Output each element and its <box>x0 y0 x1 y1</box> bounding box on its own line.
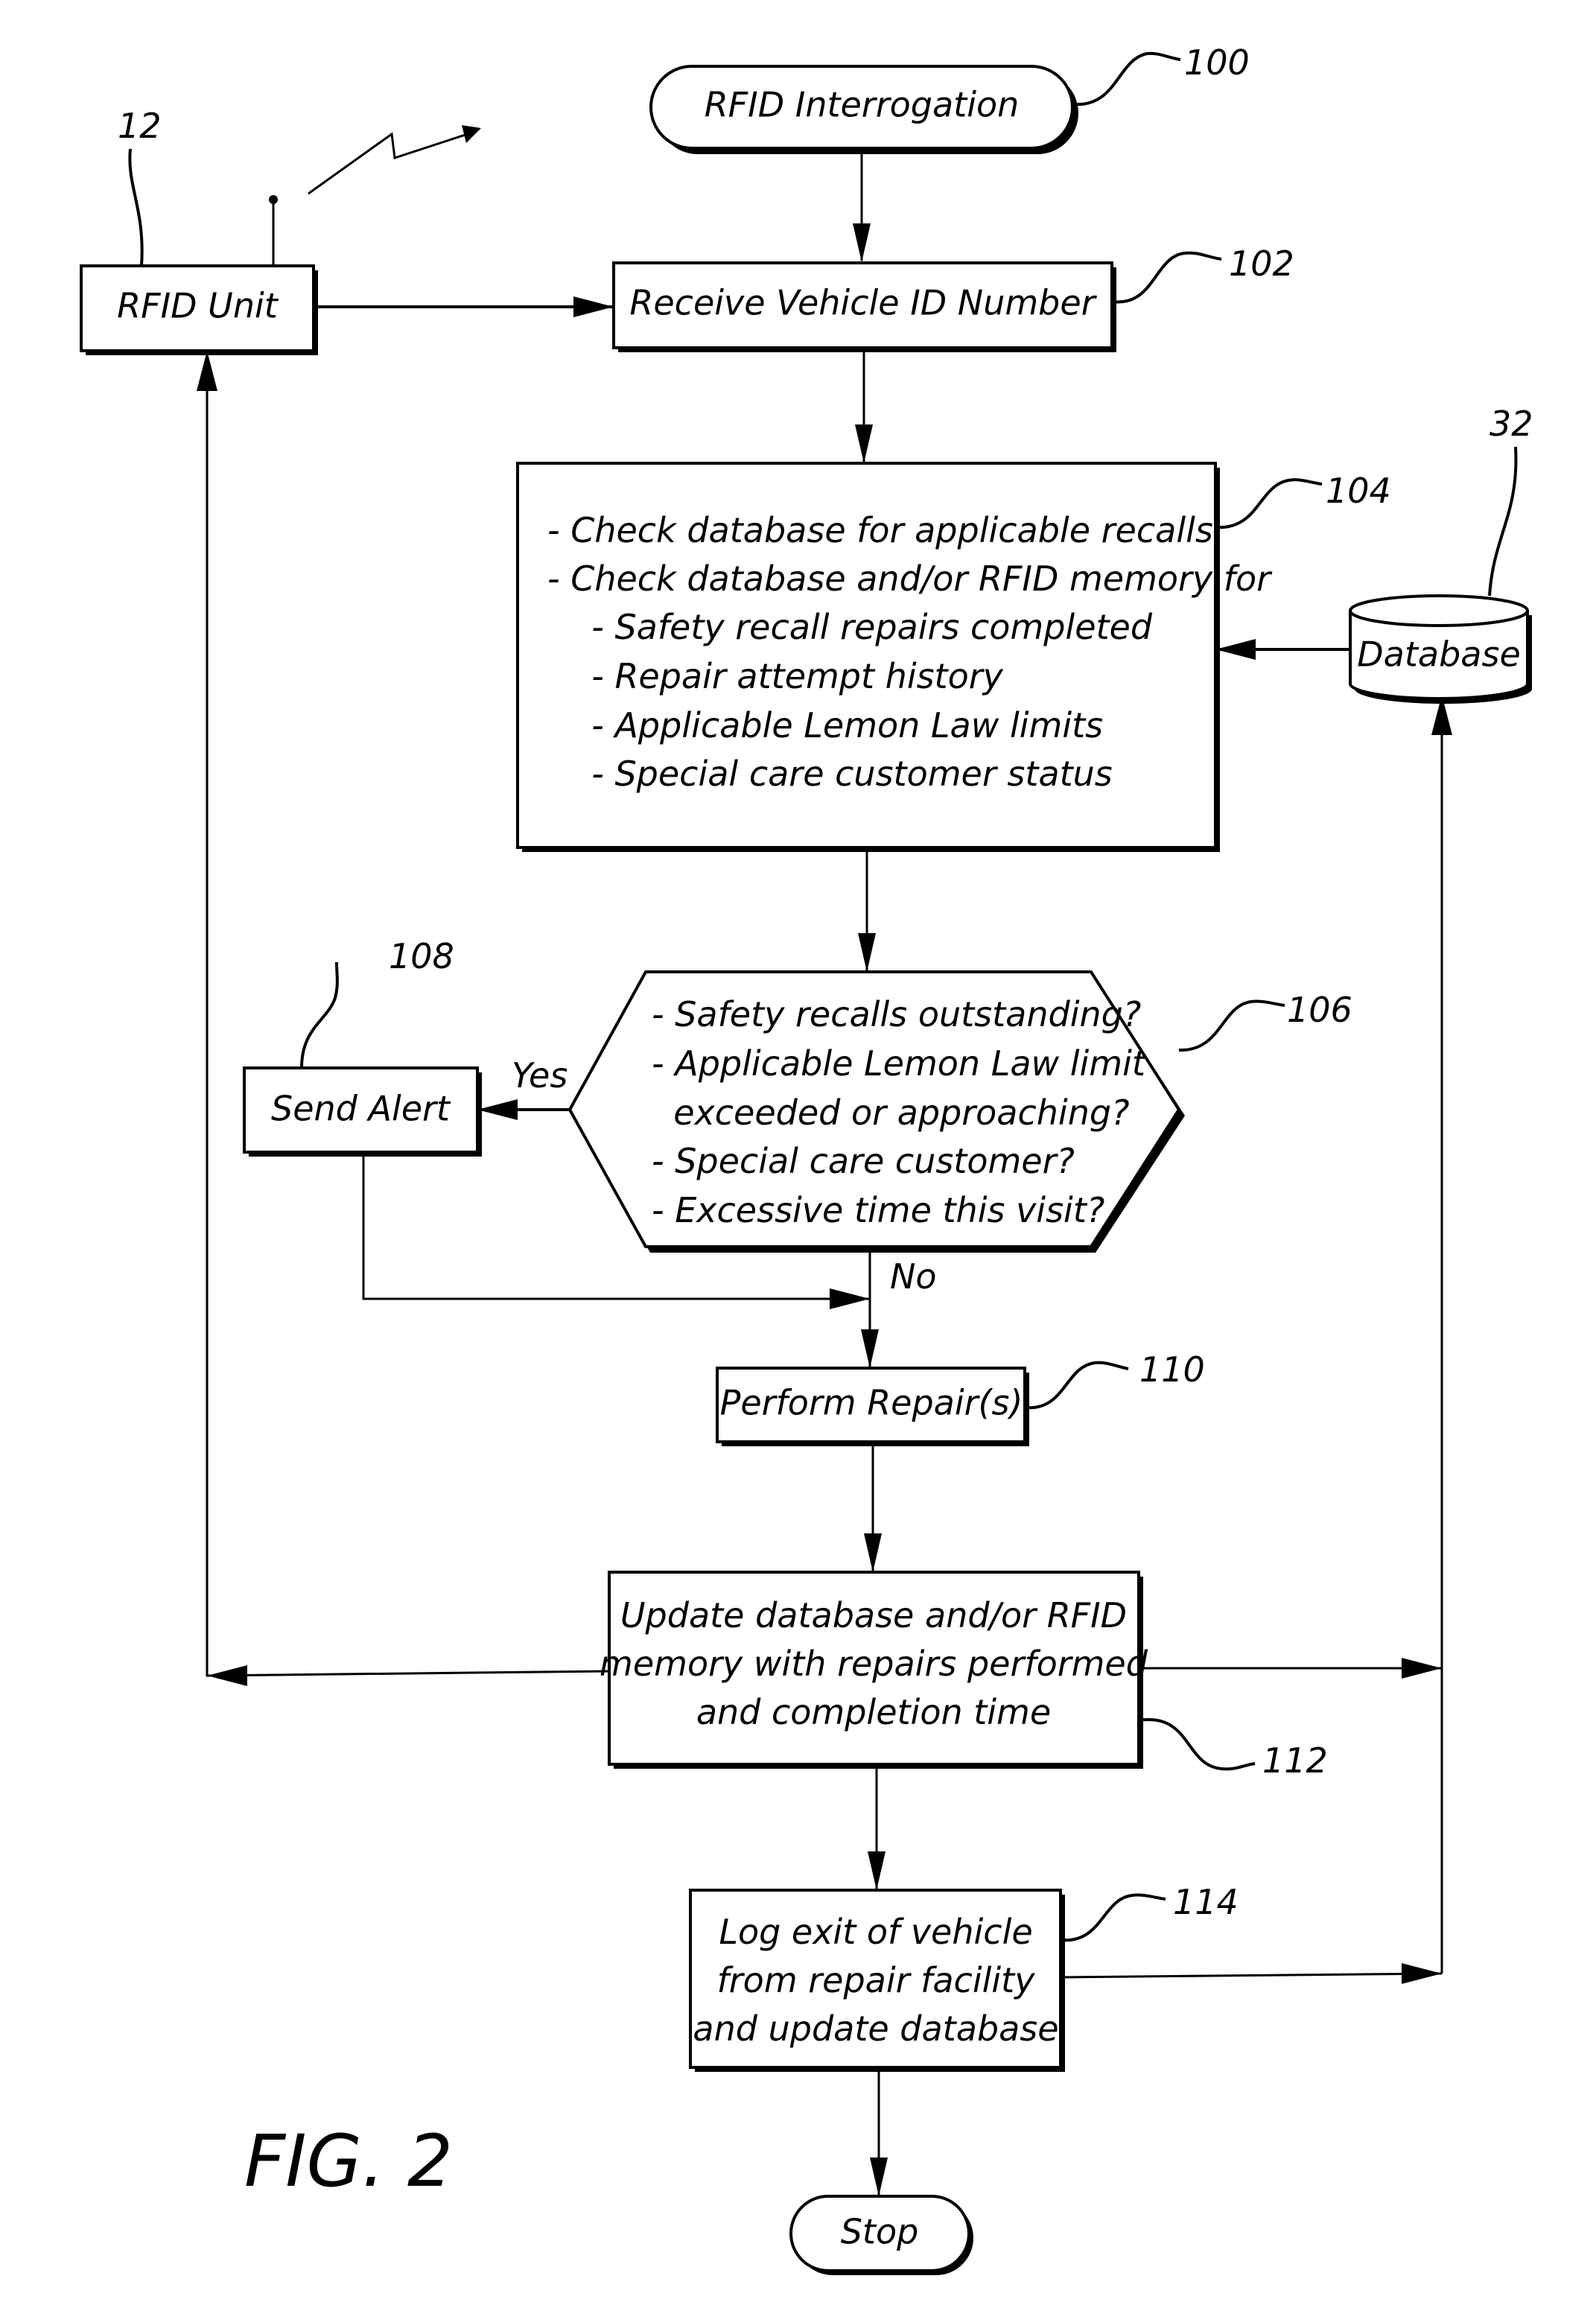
arrowhead <box>573 296 614 317</box>
arrowhead <box>870 2158 888 2196</box>
node-stop: Stop <box>789 2195 973 2275</box>
ref-108: 108 <box>389 936 454 976</box>
arrowhead <box>1215 639 1256 660</box>
node-rfid-interrogation: RFID Interrogation <box>649 65 1078 154</box>
ref-32: 32 <box>1490 404 1533 444</box>
arrowhead <box>1402 1963 1442 1984</box>
arrowhead <box>868 1851 886 1890</box>
connector-log-to-database <box>1060 1972 1443 1979</box>
node-rfid-unit: RFID Unit <box>80 264 318 355</box>
update-line-3: and completion time <box>696 1692 1051 1732</box>
node-label: Stop <box>841 2212 919 2252</box>
check-line-5: - Applicable Lemon Law limits <box>570 705 1103 745</box>
leader-112 <box>1138 1718 1256 1771</box>
wireless-signal-icon <box>308 125 481 195</box>
ref-106: 106 <box>1287 990 1352 1030</box>
no-label: No <box>890 1256 937 1297</box>
node-update-database: Update database and/or RFID memory with … <box>600 1571 1148 1769</box>
leader-110 <box>1024 1361 1129 1410</box>
decision-line-1: - Safety recalls outstanding? <box>652 994 1141 1034</box>
check-line-3: - Safety recall repairs completed <box>570 607 1153 647</box>
node-receive-vehicle-id: Receive Vehicle ID Number <box>612 261 1116 352</box>
database-icon-label: Database <box>1357 635 1521 675</box>
arrowhead <box>858 933 876 972</box>
node-label: Send Alert <box>271 1089 451 1129</box>
arrowhead <box>197 351 217 391</box>
decision-line-2: - Applicable Lemon Law limit <box>652 1043 1147 1084</box>
arrowhead <box>1402 1658 1442 1679</box>
node-label: Perform Repair(s) <box>720 1383 1023 1423</box>
arrowhead <box>864 1533 882 1572</box>
node-perform-repair: Perform Repair(s) <box>716 1367 1029 1446</box>
ref-102: 102 <box>1229 244 1294 284</box>
node-label: Receive Vehicle ID Number <box>629 283 1097 323</box>
figure-label: FIG. 2 <box>244 2120 453 2203</box>
check-line-2: - Check database and/or RFID memory for <box>547 559 1273 599</box>
leader-12 <box>128 148 144 267</box>
leader-114 <box>1060 1893 1166 1942</box>
leader-100 <box>1072 51 1181 106</box>
node-database: Database <box>1349 594 1532 704</box>
check-line-6: - Special care customer status <box>570 754 1113 794</box>
node-send-alert: Send Alert <box>243 1066 482 1157</box>
arrowhead <box>861 1329 879 1368</box>
update-line-2: memory with repairs performed <box>600 1644 1148 1684</box>
leader-104 <box>1215 478 1323 530</box>
arrowhead <box>207 1665 247 1686</box>
node-label: RFID Interrogation <box>705 85 1020 125</box>
leader-102 <box>1111 251 1222 304</box>
ref-110: 110 <box>1139 1349 1205 1390</box>
leader-106 <box>1178 999 1285 1052</box>
ref-104: 104 <box>1326 471 1391 511</box>
arrowhead <box>830 1288 870 1309</box>
decision-line-3: exceeded or approaching? <box>652 1093 1129 1133</box>
check-line-1: - Check database for applicable recalls <box>547 510 1213 550</box>
yes-label: Yes <box>512 1055 567 1096</box>
node-check-database: - Check database for applicable recalls … <box>516 462 1273 852</box>
leader-108 <box>300 961 339 1069</box>
arrowhead <box>855 424 873 463</box>
node-decision: - Safety recalls outstanding? - Applicab… <box>567 970 1185 1253</box>
node-label: RFID Unit <box>117 286 279 326</box>
node-log-exit: Log exit of vehicle from repair facility… <box>689 1889 1065 2072</box>
ref-12: 12 <box>118 106 162 146</box>
log-line-2: from repair facility <box>717 1960 1036 2000</box>
log-line-3: and update database <box>693 2009 1058 2049</box>
check-line-4: - Repair attempt history <box>570 656 1004 696</box>
decision-line-4: - Special care customer? <box>652 1141 1075 1181</box>
log-line-1: Log exit of vehicle <box>719 1912 1032 1952</box>
decision-line-5: - Excessive time this visit? <box>652 1190 1104 1230</box>
leader-32 <box>1488 446 1518 597</box>
ref-112: 112 <box>1262 1740 1328 1781</box>
flowchart: RFID Interrogation RFID Unit Receive Veh… <box>80 42 1533 2275</box>
antenna-icon <box>269 195 278 266</box>
update-line-1: Update database and/or RFID <box>620 1595 1127 1635</box>
ref-100: 100 <box>1184 42 1250 83</box>
arrowhead <box>853 223 871 262</box>
ref-114: 114 <box>1173 1882 1239 1922</box>
arrowhead <box>477 1099 518 1120</box>
